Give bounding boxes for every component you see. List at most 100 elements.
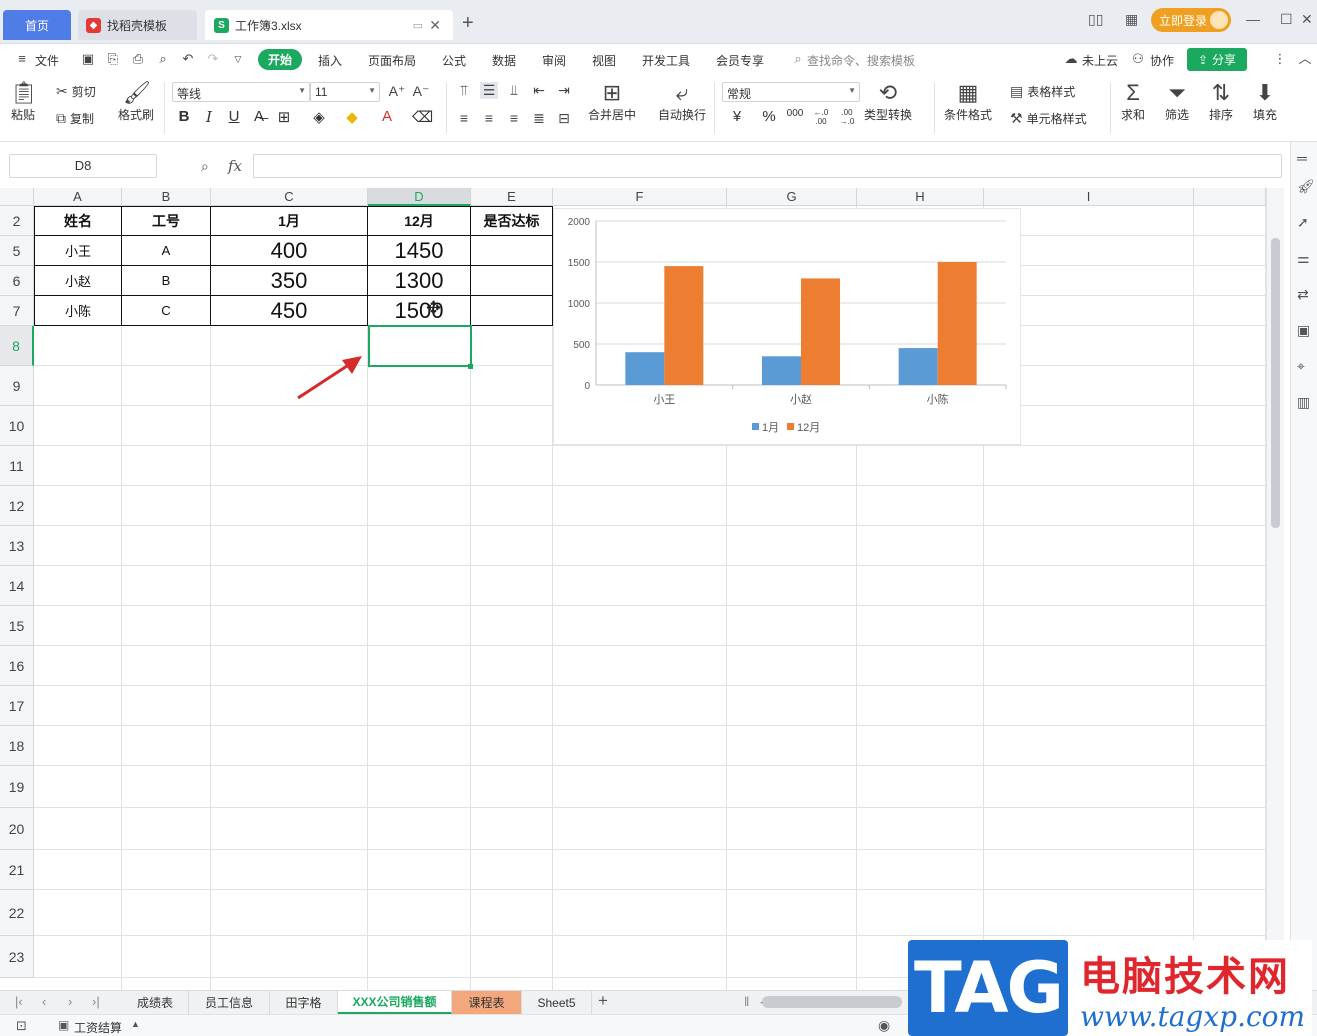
sheet-tab[interactable]: 成绩表 — [122, 991, 189, 1014]
paste-button[interactable]: 📋︎ 粘贴 — [10, 80, 38, 123]
bar-chart[interactable]: 0 500 1000 1500 2000 小王 小赵 小陈 1月 12月 — [553, 208, 1021, 445]
location-icon[interactable]: ⌖ — [1297, 358, 1305, 375]
chevron-up-icon[interactable]: ▲ — [131, 1019, 140, 1029]
row-header-21[interactable]: 21 — [0, 850, 34, 890]
menu-start[interactable]: 开始 — [258, 49, 302, 70]
column-header-h[interactable]: H — [857, 188, 984, 206]
percent-button[interactable]: % — [760, 108, 778, 125]
font-name-select[interactable]: 等线 ▼ — [172, 82, 310, 102]
menu-developer[interactable]: 开发工具 — [642, 52, 690, 69]
row-header-23[interactable]: 23 — [0, 936, 34, 978]
row-header-2[interactable]: 2 — [0, 206, 34, 236]
strikethrough-icon[interactable]: A̶ — [250, 108, 268, 125]
column-header-e[interactable]: E — [471, 188, 553, 206]
filter-button[interactable]: ⏷ 筛选 — [1164, 80, 1190, 123]
row-header-9[interactable]: 9 — [0, 366, 34, 406]
menu-file[interactable]: 文件 — [35, 52, 59, 69]
menu-insert[interactable]: 插入 — [318, 52, 342, 69]
menu-review[interactable]: 审阅 — [542, 52, 566, 69]
export-pdf-icon[interactable]: ⎘ — [105, 51, 121, 67]
formula-input[interactable] — [253, 154, 1282, 178]
pointer-icon[interactable]: ➚ — [1297, 214, 1309, 231]
hamburger-icon[interactable]: ≡ — [14, 51, 30, 67]
table-cell[interactable]: 小赵 — [34, 266, 122, 296]
align-middle-icon[interactable]: ☰ — [480, 82, 498, 99]
row-header-17[interactable]: 17 — [0, 686, 34, 726]
sum-button[interactable]: Σ 求和 — [1120, 80, 1146, 123]
underline-button[interactable]: U — [225, 108, 243, 125]
select-all-corner[interactable] — [0, 188, 34, 206]
row-header-13[interactable]: 13 — [0, 526, 34, 566]
layout-icon[interactable]: ▯▯ — [1088, 11, 1103, 28]
row-header-6[interactable]: 6 — [0, 266, 34, 296]
tab-workbook[interactable]: S 工作簿3.xlsx ▭ ✕ — [205, 10, 453, 40]
fill-color-icon[interactable]: ◆ — [343, 108, 361, 126]
distributed-icon[interactable]: ⊟ — [555, 110, 573, 127]
borders-icon[interactable]: ⊞ — [275, 108, 293, 126]
fill-handle[interactable] — [468, 364, 473, 369]
currency-button[interactable]: ¥ — [728, 108, 746, 125]
payroll-button[interactable]: 工资结算 — [74, 1019, 122, 1036]
collapse-ribbon-icon[interactable]: ︿ — [1297, 51, 1313, 67]
copy-button[interactable]: ⧉ 复制 — [56, 110, 94, 127]
row-header-7[interactable]: 7 — [0, 296, 34, 326]
cut-button[interactable]: ✂ 剪切 — [56, 83, 96, 100]
sliders-icon[interactable]: ⚌ — [1297, 250, 1310, 267]
table-style-button[interactable]: ▤ 表格样式 — [1010, 83, 1075, 100]
sheet-tab[interactable]: 课程表 — [452, 991, 522, 1014]
column-header-c[interactable]: C — [211, 188, 368, 206]
column-header-i[interactable]: I — [984, 188, 1194, 206]
menu-page-layout[interactable]: 页面布局 — [368, 52, 416, 69]
table-header-cell[interactable]: 是否达标 — [471, 206, 553, 236]
table-cell[interactable]: A — [122, 236, 211, 266]
align-right-icon[interactable]: ≡ — [505, 110, 523, 126]
indent-increase-icon[interactable]: ⇥ — [555, 82, 573, 99]
thousands-button[interactable]: 000 — [786, 108, 804, 119]
table-cell[interactable] — [471, 236, 553, 266]
add-sheet-icon[interactable]: + — [598, 991, 608, 1011]
table-cell[interactable]: 小王 — [34, 236, 122, 266]
sheet-tab[interactable]: Sheet5 — [522, 991, 592, 1014]
redo-icon[interactable]: ↷ — [205, 51, 221, 67]
decrease-decimal-button[interactable]: .00 →.0 — [835, 108, 859, 126]
row-header-5[interactable]: 5 — [0, 236, 34, 266]
eye-icon[interactable]: ◉ — [878, 1017, 890, 1034]
selected-cell-d8[interactable] — [368, 325, 472, 367]
save-icon[interactable]: ▣ — [80, 51, 96, 67]
table-cell[interactable]: 小陈 — [34, 296, 122, 326]
prev-sheet-icon[interactable]: ‹ — [42, 994, 46, 1009]
collab-button[interactable]: 协作 — [1150, 52, 1174, 69]
align-center-icon[interactable]: ≡ — [480, 110, 498, 126]
menu-member[interactable]: 会员专享 — [716, 52, 764, 69]
row-header-20[interactable]: 20 — [0, 808, 34, 850]
first-sheet-icon[interactable]: |‹ — [15, 994, 23, 1009]
fill-pattern-icon[interactable]: ◈ — [310, 108, 328, 126]
sheet-tab[interactable]: XXX公司销售额 — [338, 991, 452, 1014]
row-header-11[interactable]: 11 — [0, 446, 34, 486]
justify-icon[interactable]: ≣ — [530, 110, 548, 127]
table-header-cell[interactable]: 工号 — [122, 206, 211, 236]
fx-icon[interactable]: fx — [228, 157, 242, 175]
table-cell[interactable]: 450 — [211, 296, 368, 326]
font-color-icon[interactable]: A — [378, 108, 396, 125]
increase-decimal-button[interactable]: ←.0 .00 — [809, 108, 833, 126]
indent-decrease-icon[interactable]: ⇤ — [530, 82, 548, 99]
table-cell[interactable] — [471, 266, 553, 296]
new-tab-button[interactable]: + — [462, 12, 474, 35]
fill-button[interactable]: ⬇ 填充 — [1252, 80, 1278, 123]
minimize-icon[interactable]: — — [1246, 11, 1260, 27]
row-header-15[interactable]: 15 — [0, 606, 34, 646]
table-cell[interactable] — [471, 296, 553, 326]
close-tab-icon[interactable]: ✕ — [429, 17, 441, 34]
zoom-search-icon[interactable]: ⌕ — [201, 158, 209, 175]
sort-button[interactable]: ⇅ 排序 — [1208, 80, 1234, 123]
cell-style-button[interactable]: ⚒ 单元格样式 — [1010, 110, 1087, 127]
auto-wrap-button[interactable]: ⤶ 自动换行 — [658, 80, 706, 123]
menu-data[interactable]: 数据 — [492, 52, 516, 69]
menu-formula[interactable]: 公式 — [442, 52, 466, 69]
row-header-18[interactable]: 18 — [0, 726, 34, 766]
sheet-tab[interactable]: 田字格 — [270, 991, 338, 1014]
restore-tab-icon[interactable]: ▭ — [413, 19, 423, 32]
macro-icon[interactable]: ⊡ — [16, 1018, 27, 1034]
row-header-10[interactable]: 10 — [0, 406, 34, 446]
